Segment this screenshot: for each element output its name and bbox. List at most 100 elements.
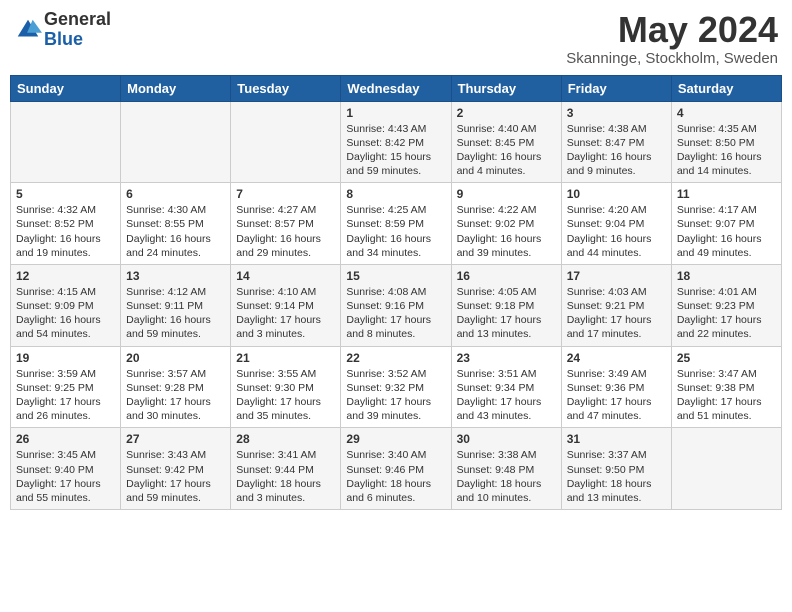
day-info: Sunrise: 4:03 AMSunset: 9:21 PMDaylight:… [567, 285, 666, 342]
day-info: Sunrise: 3:38 AMSunset: 9:48 PMDaylight:… [457, 448, 556, 505]
calendar-cell: 26 Sunrise: 3:45 AMSunset: 9:40 PMDayligh… [11, 428, 121, 510]
weekday-header-wednesday: Wednesday [341, 75, 451, 101]
calendar-cell: 17 Sunrise: 4:03 AMSunset: 9:21 PMDayligh… [561, 264, 671, 346]
logo-general: General [44, 10, 111, 30]
day-info: Sunrise: 4:05 AMSunset: 9:18 PMDaylight:… [457, 285, 556, 342]
day-info: Sunrise: 4:01 AMSunset: 9:23 PMDaylight:… [677, 285, 776, 342]
day-info: Sunrise: 4:32 AMSunset: 8:52 PMDaylight:… [16, 203, 115, 260]
day-info: Sunrise: 3:47 AMSunset: 9:38 PMDaylight:… [677, 367, 776, 424]
day-info: Sunrise: 4:12 AMSunset: 9:11 PMDaylight:… [126, 285, 225, 342]
day-number: 19 [16, 351, 115, 365]
calendar-cell: 4Sunrise: 4:35 AMSunset: 8:50 PMDaylight… [671, 101, 781, 183]
calendar-week-row: 12 Sunrise: 4:15 AMSunset: 9:09 PMDayligh… [11, 264, 782, 346]
calendar-table: SundayMondayTuesdayWednesdayThursdayFrid… [10, 75, 782, 510]
day-info: Sunrise: 4:15 AMSunset: 9:09 PMDaylight:… [16, 285, 115, 342]
calendar-week-row: 19 Sunrise: 3:59 AMSunset: 9:25 PMDayligh… [11, 346, 782, 428]
day-info: Sunrise: 3:49 AMSunset: 9:36 PMDaylight:… [567, 367, 666, 424]
title-block: May 2024 Skanninge, Stockholm, Sweden [566, 10, 778, 67]
calendar-cell: 3 Sunrise: 4:38 AMSunset: 8:47 PMDaylight… [561, 101, 671, 183]
calendar-cell: 6 Sunrise: 4:30 AMSunset: 8:55 PMDaylight… [121, 183, 231, 265]
calendar-cell: 20 Sunrise: 3:57 AMSunset: 9:28 PMDayligh… [121, 346, 231, 428]
weekday-header-row: SundayMondayTuesdayWednesdayThursdayFrid… [11, 75, 782, 101]
day-number: 6 [126, 187, 225, 201]
day-info: Sunrise: 3:51 AMSunset: 9:34 PMDaylight:… [457, 367, 556, 424]
logo: General Blue [14, 10, 111, 50]
calendar-cell: 18 Sunrise: 4:01 AMSunset: 9:23 PMDayligh… [671, 264, 781, 346]
calendar-cell: 9Sunrise: 4:22 AMSunset: 9:02 PMDaylight… [451, 183, 561, 265]
day-number: 24 [567, 351, 666, 365]
day-info: Sunrise: 4:30 AMSunset: 8:55 PMDaylight:… [126, 203, 225, 260]
day-number: 13 [126, 269, 225, 283]
day-info: Sunrise: 3:55 AMSunset: 9:30 PMDaylight:… [236, 367, 335, 424]
day-info: Sunrise: 4:40 AMSunset: 8:45 PMDaylight:… [457, 122, 556, 179]
calendar-cell: 10Sunrise: 4:20 AMSunset: 9:04 PMDayligh… [561, 183, 671, 265]
day-info: Sunrise: 3:59 AMSunset: 9:25 PMDaylight:… [16, 367, 115, 424]
calendar-cell: 15 Sunrise: 4:08 AMSunset: 9:16 PMDayligh… [341, 264, 451, 346]
calendar-cell: 22Sunrise: 3:52 AMSunset: 9:32 PMDayligh… [341, 346, 451, 428]
weekday-header-saturday: Saturday [671, 75, 781, 101]
calendar-week-row: 5 Sunrise: 4:32 AMSunset: 8:52 PMDaylight… [11, 183, 782, 265]
day-info: Sunrise: 3:37 AMSunset: 9:50 PMDaylight:… [567, 448, 666, 505]
calendar-cell: 2 Sunrise: 4:40 AMSunset: 8:45 PMDaylight… [451, 101, 561, 183]
calendar-week-row: 26 Sunrise: 3:45 AMSunset: 9:40 PMDayligh… [11, 428, 782, 510]
logo-blue: Blue [44, 30, 111, 50]
day-number: 15 [346, 269, 445, 283]
weekday-header-thursday: Thursday [451, 75, 561, 101]
calendar-cell [121, 101, 231, 183]
day-number: 12 [16, 269, 115, 283]
day-number: 5 [16, 187, 115, 201]
weekday-header-tuesday: Tuesday [231, 75, 341, 101]
calendar-cell: 23Sunrise: 3:51 AMSunset: 9:34 PMDayligh… [451, 346, 561, 428]
calendar-cell: 13 Sunrise: 4:12 AMSunset: 9:11 PMDayligh… [121, 264, 231, 346]
calendar-cell [11, 101, 121, 183]
calendar-week-row: 1Sunrise: 4:43 AMSunset: 8:42 PMDaylight… [11, 101, 782, 183]
day-number: 8 [346, 187, 445, 201]
calendar-cell: 28Sunrise: 3:41 AMSunset: 9:44 PMDayligh… [231, 428, 341, 510]
day-number: 16 [457, 269, 556, 283]
calendar-cell [231, 101, 341, 183]
day-number: 27 [126, 432, 225, 446]
day-number: 2 [457, 106, 556, 120]
day-info: Sunrise: 4:08 AMSunset: 9:16 PMDaylight:… [346, 285, 445, 342]
calendar-cell: 5 Sunrise: 4:32 AMSunset: 8:52 PMDaylight… [11, 183, 121, 265]
calendar-cell [671, 428, 781, 510]
day-number: 3 [567, 106, 666, 120]
day-info: Sunrise: 4:17 AMSunset: 9:07 PMDaylight:… [677, 203, 776, 260]
calendar-cell: 14Sunrise: 4:10 AMSunset: 9:14 PMDayligh… [231, 264, 341, 346]
day-info: Sunrise: 3:43 AMSunset: 9:42 PMDaylight:… [126, 448, 225, 505]
calendar-cell: 29 Sunrise: 3:40 AMSunset: 9:46 PMDayligh… [341, 428, 451, 510]
logo-text: General Blue [44, 10, 111, 50]
day-number: 28 [236, 432, 335, 446]
calendar-cell: 16 Sunrise: 4:05 AMSunset: 9:18 PMDayligh… [451, 264, 561, 346]
calendar-cell: 8 Sunrise: 4:25 AMSunset: 8:59 PMDaylight… [341, 183, 451, 265]
day-number: 18 [677, 269, 776, 283]
day-info: Sunrise: 4:35 AMSunset: 8:50 PMDaylight:… [677, 122, 776, 179]
day-number: 9 [457, 187, 556, 201]
location: Skanninge, Stockholm, Sweden [566, 50, 778, 67]
calendar-cell: 24 Sunrise: 3:49 AMSunset: 9:36 PMDayligh… [561, 346, 671, 428]
day-info: Sunrise: 4:10 AMSunset: 9:14 PMDaylight:… [236, 285, 335, 342]
day-number: 20 [126, 351, 225, 365]
calendar-cell: 21Sunrise: 3:55 AMSunset: 9:30 PMDayligh… [231, 346, 341, 428]
day-number: 29 [346, 432, 445, 446]
day-info: Sunrise: 3:40 AMSunset: 9:46 PMDaylight:… [346, 448, 445, 505]
day-number: 17 [567, 269, 666, 283]
calendar-cell: 7Sunrise: 4:27 AMSunset: 8:57 PMDaylight… [231, 183, 341, 265]
calendar-cell: 12 Sunrise: 4:15 AMSunset: 9:09 PMDayligh… [11, 264, 121, 346]
day-number: 26 [16, 432, 115, 446]
page-header: General Blue May 2024 Skanninge, Stockho… [10, 10, 782, 67]
day-number: 10 [567, 187, 666, 201]
day-number: 11 [677, 187, 776, 201]
day-number: 30 [457, 432, 556, 446]
calendar-cell: 25 Sunrise: 3:47 AMSunset: 9:38 PMDayligh… [671, 346, 781, 428]
day-number: 25 [677, 351, 776, 365]
day-info: Sunrise: 4:38 AMSunset: 8:47 PMDaylight:… [567, 122, 666, 179]
calendar-cell: 11 Sunrise: 4:17 AMSunset: 9:07 PMDayligh… [671, 183, 781, 265]
day-number: 22 [346, 351, 445, 365]
day-info: Sunrise: 4:25 AMSunset: 8:59 PMDaylight:… [346, 203, 445, 260]
day-info: Sunrise: 3:57 AMSunset: 9:28 PMDaylight:… [126, 367, 225, 424]
day-info: Sunrise: 4:27 AMSunset: 8:57 PMDaylight:… [236, 203, 335, 260]
day-info: Sunrise: 3:45 AMSunset: 9:40 PMDaylight:… [16, 448, 115, 505]
calendar-cell: 31Sunrise: 3:37 AMSunset: 9:50 PMDayligh… [561, 428, 671, 510]
weekday-header-friday: Friday [561, 75, 671, 101]
